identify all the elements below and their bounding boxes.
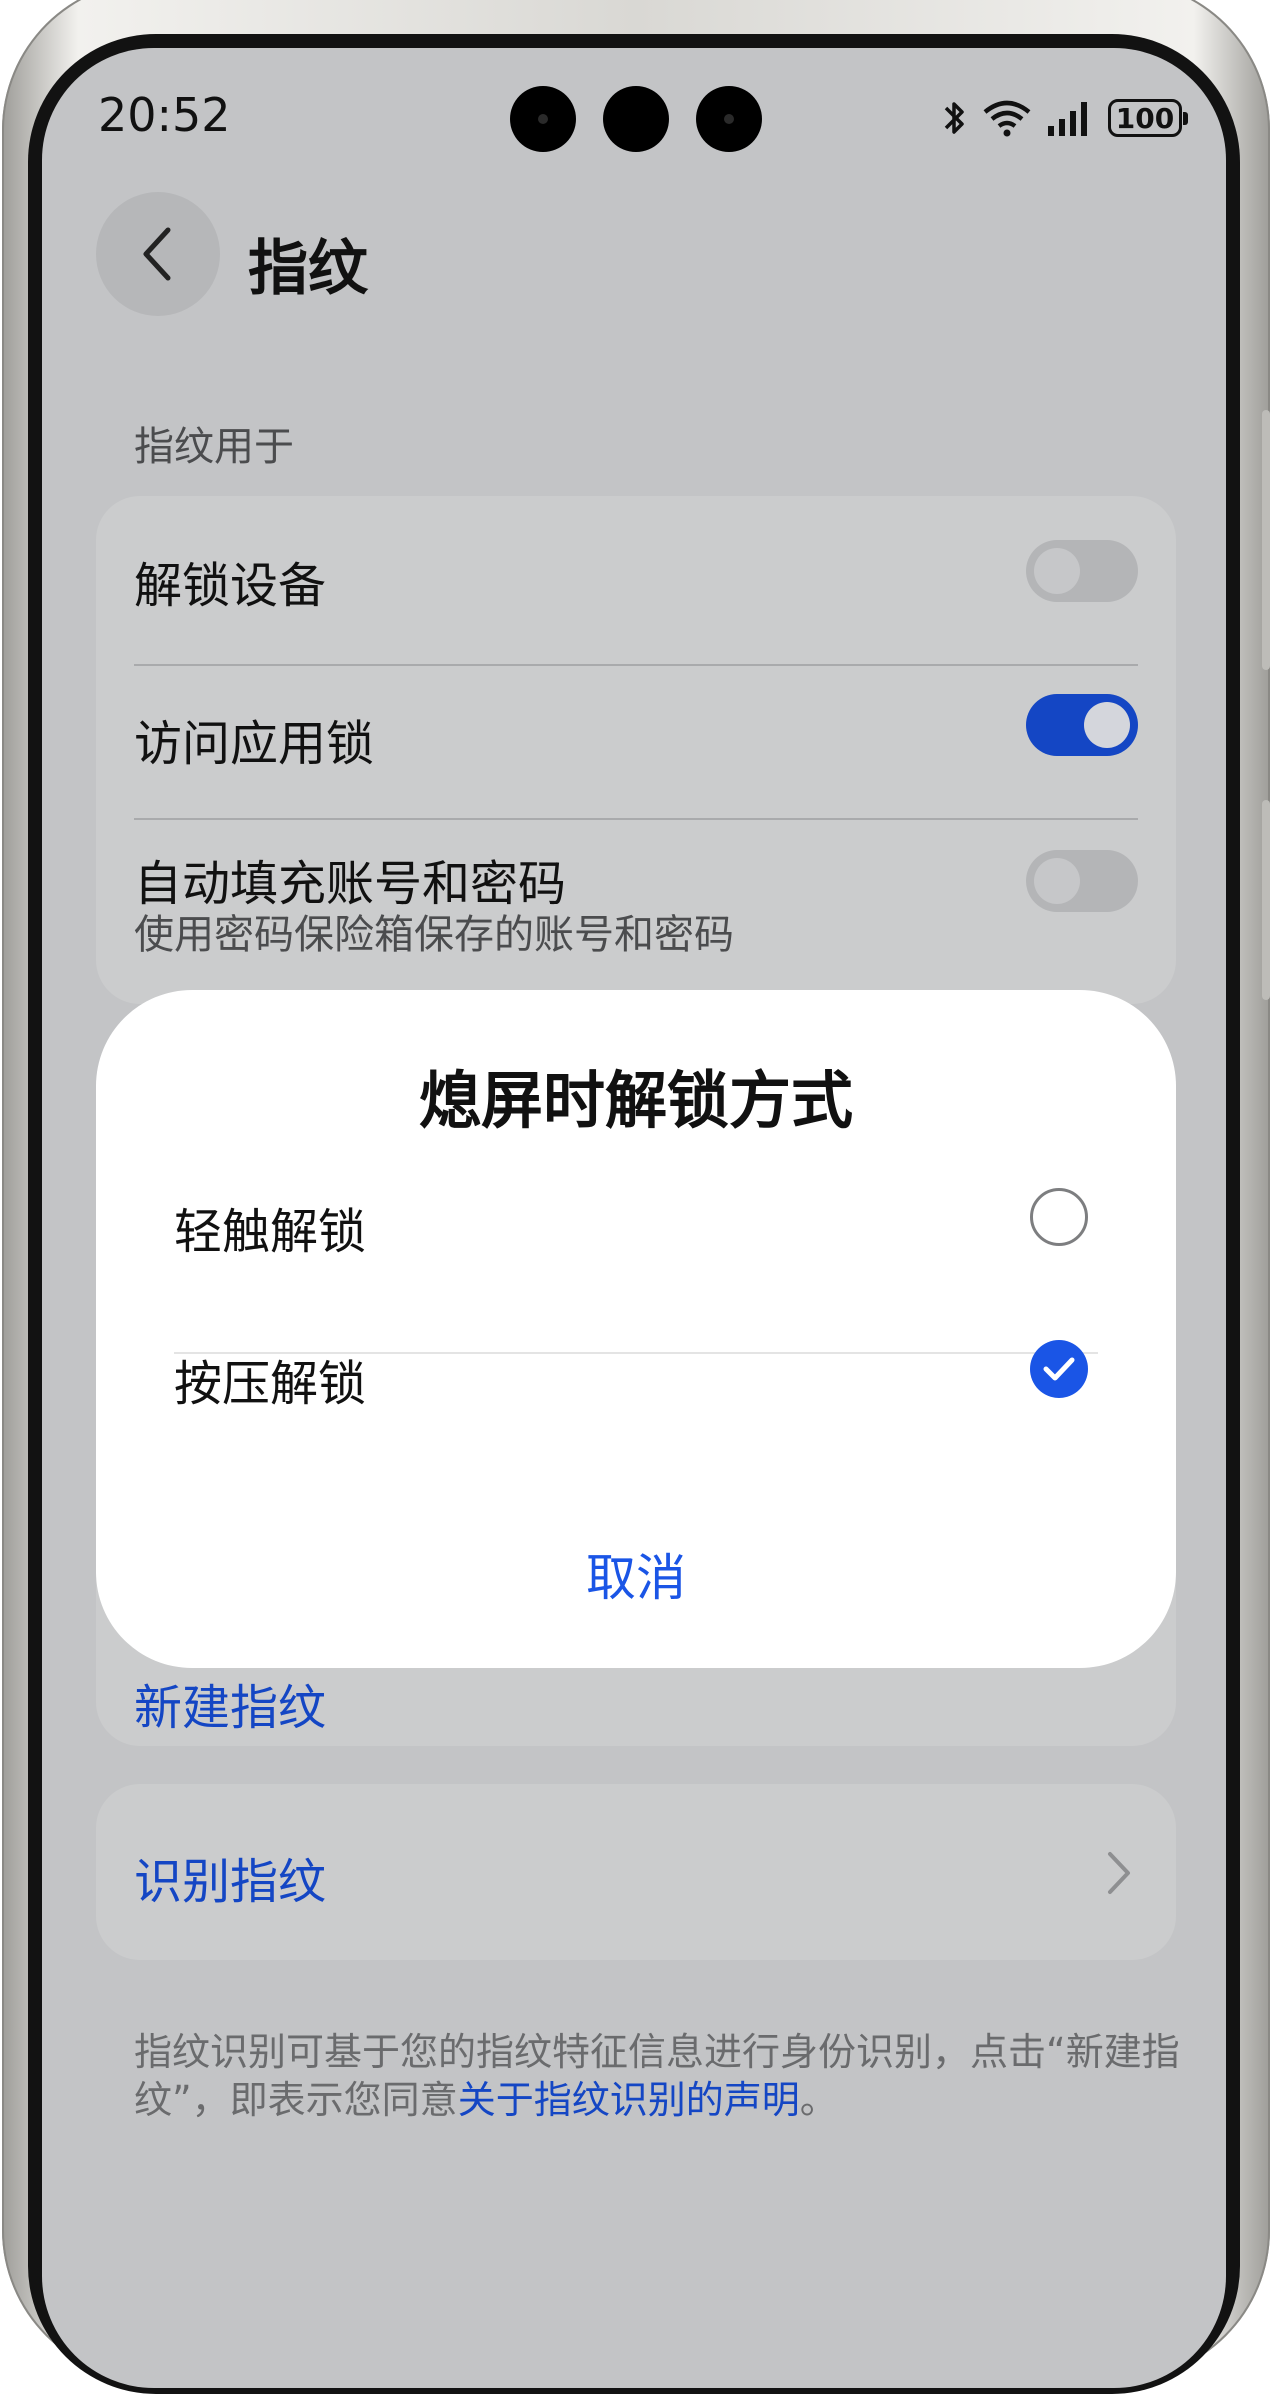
identify-fingerprint-card[interactable]: 识别指纹 (96, 1784, 1176, 1960)
radio-checked-icon[interactable] (1030, 1340, 1088, 1398)
bluetooth-icon (944, 102, 964, 134)
setting-row-unlock-device[interactable]: 解锁设备 (134, 496, 1138, 644)
wifi-icon (983, 100, 1031, 137)
app-lock-toggle[interactable] (1026, 694, 1138, 756)
identify-fingerprint-link[interactable]: 识别指纹 (134, 1842, 326, 1912)
cancel-button[interactable]: 取消 (96, 1538, 1176, 1610)
setting-row-app-lock[interactable]: 访问应用锁 (134, 664, 1138, 816)
autofill-toggle[interactable] (1026, 850, 1138, 912)
chevron-right-icon (1108, 1852, 1130, 1894)
camera-cutout-center (603, 86, 669, 152)
battery-level: 100 (1115, 101, 1175, 135)
option-tap-unlock[interactable]: 轻触解锁 (174, 1158, 1098, 1278)
settings-card: 解锁设备 访问应用锁 自动填充账号和密码 使用密码保险箱保存的账号和密码 (96, 496, 1176, 1004)
page-title: 指纹 (248, 234, 368, 304)
status-icons: 100 (942, 96, 1188, 140)
setting-title: 解锁设备 (134, 558, 327, 614)
power-button (1262, 800, 1270, 1000)
footer-end: 。 (799, 2078, 838, 2122)
status-time: 20:52 (98, 88, 231, 142)
status-bar: 20:52 100 (42, 48, 1226, 178)
setting-subtitle: 使用密码保险箱保存的账号和密码 (134, 912, 734, 958)
volume-button (1262, 410, 1270, 670)
unlock-method-dialog: 熄屏时解锁方式 轻触解锁 按压解锁 取消 (96, 990, 1176, 1668)
camera-cutout-left (510, 86, 576, 152)
radio-unchecked-icon[interactable] (1030, 1188, 1088, 1246)
unlock-device-toggle[interactable] (1026, 540, 1138, 602)
camera-cutout-right (696, 86, 762, 152)
setting-row-autofill[interactable]: 自动填充账号和密码 使用密码保险箱保存的账号和密码 (134, 818, 1138, 1004)
dialog-title: 熄屏时解锁方式 (418, 1064, 853, 1137)
option-press-unlock[interactable]: 按压解锁 (174, 1310, 1098, 1430)
new-fingerprint-link[interactable]: 新建指纹 (134, 1668, 326, 1738)
back-button[interactable] (96, 192, 220, 316)
signal-icon (1048, 102, 1087, 136)
checkmark-icon (1043, 1357, 1075, 1381)
option-label: 轻触解锁 (174, 1204, 367, 1260)
footer-notice: 指纹识别可基于您的指纹特征信息进行身份识别，点击“新建指纹”，即表示您同意关于指… (134, 2028, 1194, 2124)
setting-title: 访问应用锁 (134, 716, 375, 772)
chevron-left-icon (143, 227, 171, 281)
screen: 20:52 100 指纹 指纹用于 解锁设备 访问应用锁 自动填充账号和密码 使… (42, 48, 1226, 2388)
battery-icon: 100 (1108, 99, 1188, 137)
statement-link[interactable]: 关于指纹识别的声明 (458, 2078, 800, 2122)
option-label: 按压解锁 (174, 1356, 367, 1412)
section-label: 指纹用于 (134, 424, 294, 470)
